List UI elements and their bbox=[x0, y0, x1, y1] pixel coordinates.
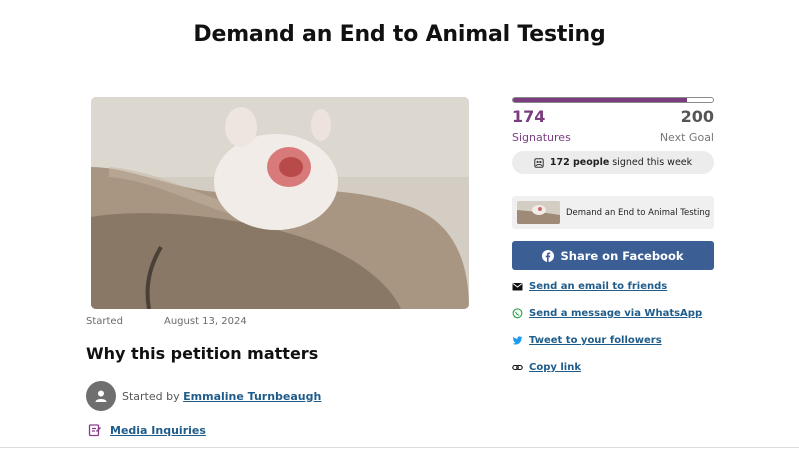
weekly-signers-badge: 172 people signed this week bbox=[512, 151, 714, 174]
started-by-prefix: Started by bbox=[122, 389, 180, 403]
petition-image bbox=[91, 97, 469, 309]
starter-info: Started by Emmaline Turnbeaugh bbox=[86, 381, 321, 411]
signature-progress-bar bbox=[512, 97, 714, 103]
twitter-icon bbox=[512, 336, 523, 345]
share-facebook-button[interactable]: Share on Facebook bbox=[512, 241, 714, 270]
email-icon bbox=[512, 283, 523, 291]
signatures-count: 174 bbox=[512, 107, 546, 126]
weekly-count: 172 people bbox=[549, 157, 610, 168]
signature-progress-fill bbox=[513, 98, 687, 102]
signatures-label: Signatures bbox=[512, 131, 571, 144]
media-inquiries[interactable]: Media Inquiries bbox=[88, 423, 206, 437]
person-icon bbox=[95, 390, 107, 402]
bottom-divider bbox=[0, 447, 799, 448]
goal-count: 200 bbox=[680, 107, 714, 126]
share-twitter-link[interactable]: Tweet to your followers bbox=[512, 335, 662, 346]
starter-text: Started by Emmaline Turnbeaugh bbox=[122, 390, 321, 403]
group-icon bbox=[534, 157, 544, 168]
copy-link[interactable]: Copy link bbox=[512, 362, 581, 373]
share-email-label[interactable]: Send an email to friends bbox=[529, 281, 667, 292]
petition-thumbnail bbox=[517, 201, 560, 224]
whatsapp-icon bbox=[512, 308, 523, 319]
started-label: Started bbox=[86, 316, 123, 327]
avatar bbox=[86, 381, 116, 411]
weekly-text: signed this week bbox=[612, 157, 693, 168]
section-title: Why this petition matters bbox=[86, 344, 319, 363]
copy-link-label[interactable]: Copy link bbox=[529, 362, 581, 373]
link-icon bbox=[512, 364, 523, 371]
share-facebook-label: Share on Facebook bbox=[560, 248, 684, 263]
share-twitter-label[interactable]: Tweet to your followers bbox=[529, 335, 662, 346]
media-inquiries-link[interactable]: Media Inquiries bbox=[110, 424, 206, 437]
share-whatsapp-link[interactable]: Send a message via WhatsApp bbox=[512, 308, 702, 319]
petition-preview-card[interactable]: Demand an End to Animal Testing bbox=[512, 196, 714, 229]
media-inquiries-icon bbox=[88, 424, 101, 437]
share-whatsapp-label[interactable]: Send a message via WhatsApp bbox=[529, 308, 702, 319]
goal-label: Next Goal bbox=[659, 131, 714, 144]
card-title: Demand an End to Animal Testing bbox=[566, 207, 711, 218]
facebook-icon bbox=[542, 249, 555, 262]
started-date: August 13, 2024 bbox=[164, 316, 247, 327]
starter-name-link[interactable]: Emmaline Turnbeaugh bbox=[183, 390, 321, 403]
page-title: Demand an End to Animal Testing bbox=[193, 22, 606, 47]
share-email-link[interactable]: Send an email to friends bbox=[512, 281, 667, 292]
